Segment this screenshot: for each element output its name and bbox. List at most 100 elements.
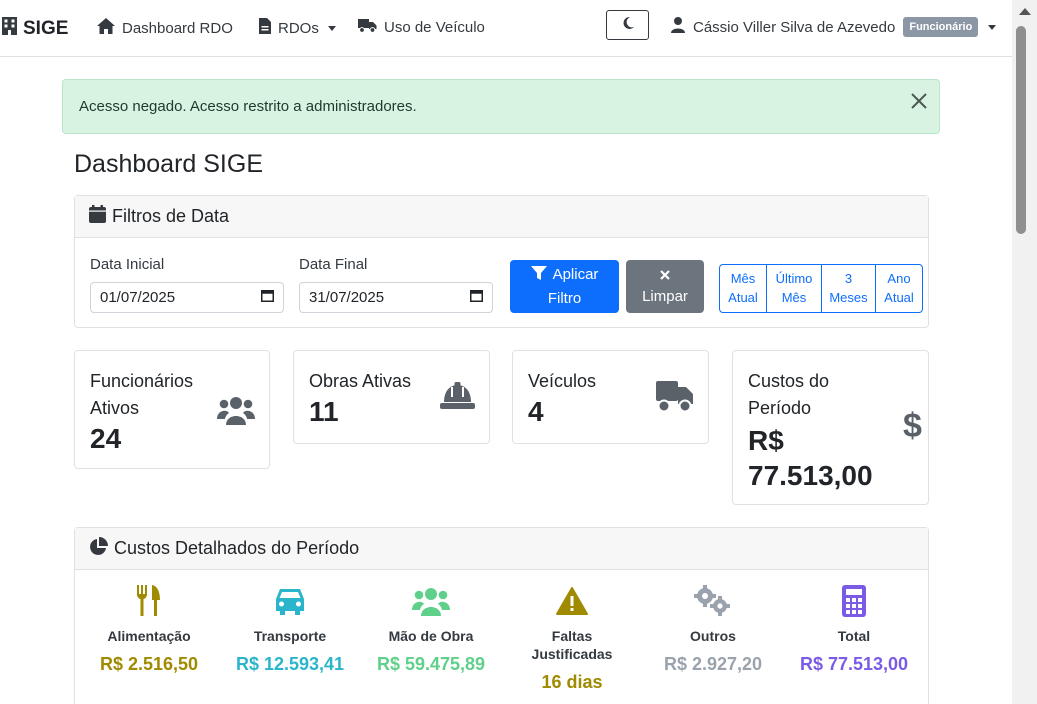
date-preset-group: Mês Atual Último Mês 3 Meses Ano Atual — [719, 264, 923, 313]
access-denied-alert: Acesso negado. Acesso restrito a adminis… — [62, 79, 940, 134]
brand-text: SIGE — [23, 18, 69, 39]
detailed-costs-title: Custos Detalhados do Período — [114, 538, 360, 558]
moon-icon — [621, 16, 635, 35]
nav-dashboard-rdo[interactable]: Dashboard RDO — [97, 18, 233, 38]
clear-filter-label: Limpar — [642, 288, 688, 305]
preset-mes-atual-button[interactable]: Mês Atual — [720, 265, 767, 312]
stat-custos-label: Custos do Período — [748, 368, 829, 422]
calendar-icon[interactable] — [261, 289, 274, 306]
cost-transporte-value: R$ 12.593,41 — [235, 654, 345, 674]
car-icon — [220, 584, 360, 618]
detailed-costs-card: Custos Detalhados do Período Alimentação… — [74, 527, 929, 704]
stat-funcionarios-label-line1: Funcionários — [90, 371, 194, 391]
preset-ano-atual-line2: Atual — [884, 290, 914, 305]
brand-link[interactable]: SIGE — [2, 17, 68, 41]
truck-icon — [358, 18, 377, 37]
user-name: Cássio Viller Silva de Azevedo — [693, 18, 896, 36]
cost-mao-de-obra: Mão de Obra R$ 59.475,89 — [361, 584, 501, 675]
stat-funcionarios-value: 24 — [90, 423, 122, 454]
home-icon — [97, 18, 115, 38]
clear-filter-button[interactable]: Limpar — [626, 260, 704, 313]
close-icon — [626, 264, 704, 286]
nav-rdos-label: RDOs — [278, 19, 319, 37]
cost-total-value: R$ 77.513,00 — [799, 654, 909, 674]
cost-mao-de-obra-value: R$ 59.475,89 — [376, 654, 486, 674]
stat-custos-label-line1: Custos do — [748, 371, 830, 391]
preset-ultimo-mes-button[interactable]: Último Mês — [767, 265, 822, 312]
preset-3-meses-line1: 3 — [844, 271, 853, 286]
preset-ultimo-mes-line1: Último — [775, 271, 813, 286]
end-date-value: 31/07/2025 — [309, 289, 385, 306]
cost-outros: Outros R$ 2.927,20 — [643, 584, 783, 675]
cost-total: Total R$ 77.513,00 — [784, 584, 924, 675]
users-icon — [361, 584, 501, 618]
cost-transporte-label: Transporte — [253, 628, 327, 644]
stat-custos-value-line1: R$ — [748, 425, 784, 456]
role-badge: Funcionário — [903, 17, 979, 37]
cost-total-label: Total — [837, 628, 871, 644]
end-date-label: Data Final — [299, 256, 368, 273]
stat-card-funcionarios: Funcionários Ativos 24 — [74, 350, 270, 469]
pie-chart-icon — [89, 536, 108, 561]
stat-funcionarios-label-line2: Ativos — [90, 398, 140, 418]
building-icon — [2, 17, 17, 41]
stat-custos-label-line2: Período — [748, 398, 812, 418]
cost-faltas-label-line2: Justificadas — [531, 646, 613, 662]
nav-rdos-dropdown[interactable]: RDOs — [259, 18, 336, 38]
page-title: Dashboard SIGE — [74, 150, 263, 178]
preset-ano-atual-line1: Ano — [887, 271, 911, 286]
close-icon[interactable] — [909, 91, 929, 111]
calendar-icon[interactable] — [470, 289, 483, 306]
date-filter-header: Filtros de Data — [75, 196, 928, 238]
detailed-costs-header: Custos Detalhados do Período — [75, 528, 928, 570]
chevron-down-icon — [988, 24, 997, 30]
scroll-up-arrow-icon[interactable] — [1019, 8, 1031, 15]
dollar-icon: $ — [903, 407, 922, 445]
vertical-scrollbar[interactable] — [1012, 0, 1037, 704]
utensils-icon — [79, 584, 219, 618]
cost-faltas-label: Faltas Justificadas — [502, 627, 642, 663]
chevron-down-icon — [327, 25, 336, 31]
theme-toggle-button[interactable] — [606, 10, 649, 40]
preset-mes-atual-line2: Atual — [728, 290, 758, 305]
stat-obras-label: Obras Ativas — [309, 371, 412, 391]
cost-mao-de-obra-label: Mão de Obra — [388, 628, 474, 644]
cost-alimentacao-label: Alimentação — [107, 628, 191, 644]
start-date-label: Data Inicial — [90, 256, 165, 273]
warning-icon — [502, 584, 642, 618]
filter-icon — [530, 266, 547, 288]
nav-dashboard-rdo-label: Dashboard RDO — [122, 19, 233, 37]
page: SIGE Dashboard RDO RDOs Uso de Veículo C… — [0, 0, 1037, 704]
date-filter-title: Filtros de Data — [112, 206, 230, 226]
preset-mes-atual-line1: Mês — [730, 271, 756, 286]
nav-uso-veiculo[interactable]: Uso de Veículo — [358, 18, 485, 37]
stat-obras-value: 11 — [309, 396, 339, 427]
cost-transporte: Transporte R$ 12.593,41 — [220, 584, 360, 675]
cost-faltas: Faltas Justificadas 16 dias — [502, 584, 642, 693]
stat-custos-value: R$ 77.513,00 — [748, 423, 873, 493]
user-menu-dropdown[interactable]: Cássio Viller Silva de Azevedo Funcionár… — [671, 17, 997, 37]
cost-alimentacao: Alimentação R$ 2.516,50 — [79, 584, 219, 675]
preset-ano-atual-button[interactable]: Ano Atual — [876, 265, 922, 312]
apply-filter-line1: Aplicar — [552, 266, 599, 283]
end-date-input[interactable]: 31/07/2025 — [299, 282, 493, 313]
preset-3-meses-button[interactable]: 3 Meses — [822, 265, 876, 312]
users-icon — [217, 395, 255, 430]
cost-outros-label: Outros — [690, 628, 736, 644]
alert-message: Acesso negado. Acesso restrito a adminis… — [79, 98, 417, 115]
start-date-value: 01/07/2025 — [100, 289, 176, 306]
stat-card-veiculos: Veículos 4 — [512, 350, 709, 444]
apply-filter-button[interactable]: Aplicar Filtro — [510, 260, 619, 313]
calendar-icon — [89, 205, 106, 228]
gears-icon — [643, 584, 783, 618]
start-date-input[interactable]: 01/07/2025 — [90, 282, 284, 313]
stat-custos-value-line2: 77.513,00 — [748, 460, 873, 491]
nav-uso-veiculo-label: Uso de Veículo — [384, 19, 485, 36]
preset-3-meses-line2: Meses — [829, 290, 868, 305]
cost-outros-value: R$ 2.927,20 — [663, 654, 763, 674]
scrollbar-thumb[interactable] — [1016, 26, 1026, 234]
preset-ultimo-mes-line2: Mês — [781, 290, 807, 305]
cost-faltas-value: 16 dias — [541, 672, 603, 692]
apply-filter-line2: Filtro — [547, 290, 582, 307]
cost-alimentacao-value: R$ 2.516,50 — [99, 654, 199, 674]
